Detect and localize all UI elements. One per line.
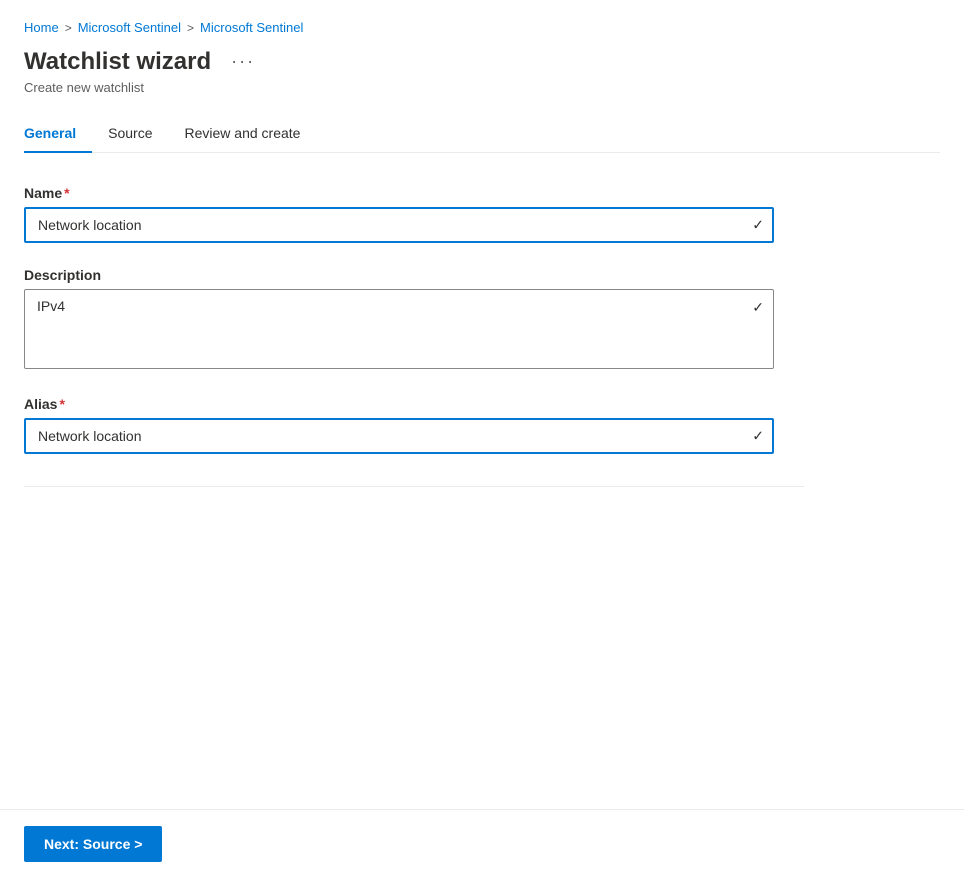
name-input[interactable] <box>24 207 774 243</box>
alias-form-group: Alias* ✓ <box>24 396 804 454</box>
alias-label: Alias* <box>24 396 804 412</box>
tab-source[interactable]: Source <box>92 115 168 153</box>
description-form-group: Description IPv4 ✓ <box>24 267 804 372</box>
breadcrumb-sep-1: > <box>65 21 72 35</box>
next-source-button[interactable]: Next: Source > <box>24 826 162 862</box>
tab-review-create[interactable]: Review and create <box>169 115 317 153</box>
breadcrumb: Home > Microsoft Sentinel > Microsoft Se… <box>24 20 940 35</box>
breadcrumb-home[interactable]: Home <box>24 20 59 35</box>
breadcrumb-sep-2: > <box>187 21 194 35</box>
description-input-wrapper: IPv4 ✓ <box>24 289 774 372</box>
description-textarea[interactable]: IPv4 <box>24 289 774 369</box>
alias-input[interactable] <box>24 418 774 454</box>
page-title: Watchlist wizard <box>24 48 211 76</box>
page-subtitle: Create new watchlist <box>24 80 940 95</box>
alias-input-wrapper: ✓ <box>24 418 774 454</box>
more-options-button[interactable]: ··· <box>223 47 263 76</box>
form-divider <box>24 486 804 487</box>
name-required-star: * <box>64 185 69 201</box>
tabs-container: General Source Review and create <box>24 115 940 153</box>
name-form-group: Name* ✓ <box>24 185 804 243</box>
name-label: Name* <box>24 185 804 201</box>
breadcrumb-sentinel-2[interactable]: Microsoft Sentinel <box>200 20 303 35</box>
name-input-wrapper: ✓ <box>24 207 774 243</box>
page-header: Watchlist wizard ··· <box>24 47 940 76</box>
tab-general[interactable]: General <box>24 115 92 153</box>
form-container: Name* ✓ Description IPv4 ✓ Alias* ✓ <box>24 185 804 487</box>
footer: Next: Source > <box>0 809 964 878</box>
page-container: Home > Microsoft Sentinel > Microsoft Se… <box>0 0 964 539</box>
description-label: Description <box>24 267 804 283</box>
alias-required-star: * <box>59 396 64 412</box>
breadcrumb-sentinel-1[interactable]: Microsoft Sentinel <box>78 20 181 35</box>
